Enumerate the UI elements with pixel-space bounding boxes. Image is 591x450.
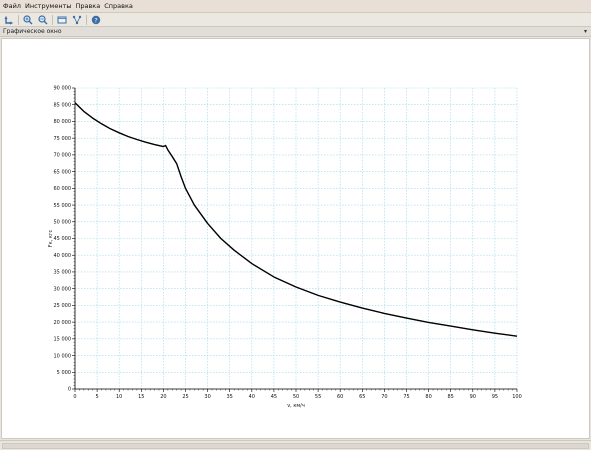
window-button[interactable] [56, 14, 67, 25]
x-tick-label: 20 [160, 394, 166, 400]
x-tick-label: 90 [470, 394, 476, 400]
x-tick-label: 55 [315, 394, 321, 400]
x-tick-label: 25 [182, 394, 188, 400]
x-tick-label: 85 [448, 394, 454, 400]
x-tick-label: 75 [403, 394, 409, 400]
svg-text:?: ? [94, 16, 97, 24]
y-tick-label: 70 000 [54, 153, 72, 159]
graphic-window[interactable]: 0 5 10 15 20 25 30 35 40 45 50 55 60 65 70 75 80 85 90 95 10… [1, 38, 590, 439]
status-field [2, 443, 589, 449]
x-tick-label: 45 [271, 394, 277, 400]
y-tick-label: 20 000 [54, 320, 72, 326]
y-tick-label: 80 000 [54, 119, 72, 125]
x-tick-label: 35 [227, 394, 233, 400]
y-tick-label: 5 000 [57, 370, 71, 376]
ticks: 0 5 10 15 20 25 30 35 40 45 50 55 60 65 70 75 80 85 90 95 10… [54, 86, 522, 400]
menu-edit[interactable]: Правка [75, 2, 100, 10]
help-icon: ? [91, 15, 100, 24]
y-tick-label: 45 000 [54, 236, 72, 242]
zoom-in-icon [22, 14, 32, 24]
y-tick-label: 15 000 [54, 337, 72, 343]
x-tick-label: 80 [425, 394, 431, 400]
x-tick-label: 40 [249, 394, 255, 400]
toolbar-separator [52, 14, 53, 25]
x-tick-label: 0 [73, 394, 76, 400]
x-tick-label: 50 [293, 394, 299, 400]
menu-help[interactable]: Справка [104, 2, 133, 10]
status-bar [0, 440, 591, 450]
x-tick-label: 70 [381, 394, 387, 400]
y-tick-label: 65 000 [54, 169, 72, 175]
help-button[interactable]: ? [90, 14, 101, 25]
y-tick-label: 60 000 [54, 186, 72, 192]
data-tips-button[interactable] [71, 14, 82, 25]
graphic-window-title: Графическое окно [3, 28, 62, 35]
zoom-out-icon [37, 14, 47, 24]
x-tick-label: 95 [492, 394, 498, 400]
plot-canvas[interactable]: 0 5 10 15 20 25 30 35 40 45 50 55 60 65 70 75 80 85 90 95 10… [2, 39, 591, 440]
y-axis-label: Fк, кгс [48, 230, 54, 248]
zoom-out-button[interactable] [37, 14, 48, 25]
window-icon [57, 16, 66, 23]
y-tick-label: 35 000 [54, 270, 72, 276]
y-tick-label: 55 000 [54, 203, 72, 209]
y-tick-label: 50 000 [54, 219, 72, 225]
toolbar-separator [86, 14, 87, 25]
toolbar-separator [18, 14, 19, 25]
x-tick-label: 30 [204, 394, 210, 400]
grid [74, 87, 518, 390]
menu-file[interactable]: Файл [3, 2, 21, 10]
panel-menu-icon[interactable]: ▾ [584, 28, 587, 35]
y-tick-label: 10 000 [54, 353, 72, 359]
toolbar: ? [0, 13, 591, 27]
y-tick-label: 30 000 [54, 286, 72, 292]
y-tick-label: 0 [68, 387, 71, 393]
data-tips-icon [72, 15, 81, 24]
x-tick-label: 15 [138, 394, 144, 400]
rotate-button[interactable] [3, 14, 14, 25]
zoom-in-button[interactable] [22, 14, 33, 25]
x-tick-label: 100 [512, 394, 522, 400]
menu-bar: Файл Инструменты Правка Справка [0, 0, 591, 13]
y-tick-label: 90 000 [54, 86, 72, 92]
x-tick-label: 5 [96, 394, 99, 400]
x-tick-label: 10 [116, 394, 122, 400]
graphic-window-titlebar: Графическое окно ▾ [0, 27, 591, 37]
y-tick-label: 40 000 [54, 253, 72, 259]
x-axis-label: v, км/ч [287, 403, 305, 409]
y-tick-label: 85 000 [54, 102, 72, 108]
menu-tools[interactable]: Инструменты [25, 2, 72, 10]
y-tick-label: 25 000 [54, 303, 72, 309]
y-tick-label: 75 000 [54, 136, 72, 142]
rotate-icon [4, 15, 13, 24]
x-tick-label: 60 [337, 394, 343, 400]
x-tick-label: 65 [359, 394, 365, 400]
